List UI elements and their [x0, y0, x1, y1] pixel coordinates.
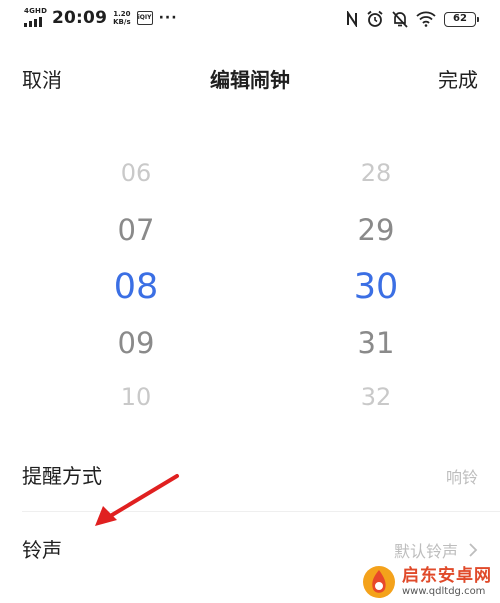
- watermark-logo-icon: [363, 566, 395, 598]
- page-title: 编辑闹钟: [210, 68, 290, 92]
- annotation-arrow-icon: [95, 474, 179, 526]
- ringtone-value: 默认铃声: [394, 538, 478, 562]
- alarm-icon: [367, 10, 383, 27]
- mute-bell-icon: [392, 11, 408, 28]
- status-time: 20:09: [52, 8, 108, 28]
- status-bar: 4GHD 20:09 1.20 KB/s iQIY ··· 62: [0, 0, 500, 42]
- hour-option[interactable]: 07: [96, 213, 176, 247]
- iqiyi-app-icon: iQIY: [136, 11, 153, 25]
- minute-option[interactable]: 31: [336, 326, 416, 360]
- watermark-url: www.qdltdg.com: [402, 586, 486, 597]
- minute-wheel[interactable]: 28 29 30 31 32: [336, 145, 416, 435]
- done-button[interactable]: 完成: [438, 64, 478, 93]
- network-type: 4GHD: [24, 7, 48, 15]
- battery-icon: 62: [444, 11, 479, 27]
- minute-option[interactable]: 28: [336, 159, 416, 187]
- watermark-name: 启东安卓网: [402, 566, 492, 586]
- signal-icon: 4GHD: [24, 7, 48, 28]
- network-speed: 1.20 KB/s: [113, 10, 131, 26]
- hour-option[interactable]: 10: [96, 383, 176, 411]
- reminder-method-value: 响铃: [445, 468, 478, 487]
- minute-option[interactable]: 29: [336, 213, 416, 247]
- status-left: 4GHD 20:09 1.20 KB/s iQIY ···: [24, 8, 178, 28]
- ringtone-label: 铃声: [22, 538, 62, 562]
- chevron-right-icon: [469, 543, 478, 557]
- watermark: 启东安卓网 www.qdltdg.com: [362, 565, 492, 599]
- selected-hour[interactable]: 08: [96, 267, 176, 307]
- more-notifications-icon: ···: [158, 10, 178, 26]
- time-picker: 06 07 08 09 10 28 29 30 31 32: [0, 145, 500, 435]
- status-right: 62: [346, 10, 479, 28]
- hour-wheel[interactable]: 06 07 08 09 10: [96, 145, 176, 435]
- header-bar: 取消 编辑闹钟 完成: [0, 55, 500, 101]
- minute-option[interactable]: 32: [336, 383, 416, 411]
- hour-option[interactable]: 06: [96, 159, 176, 187]
- wifi-icon: [416, 11, 436, 27]
- hour-option[interactable]: 09: [96, 326, 176, 360]
- selected-minute[interactable]: 30: [336, 267, 416, 307]
- reminder-method-row[interactable]: 提醒方式 响铃: [0, 438, 500, 512]
- nfc-icon: [347, 11, 357, 27]
